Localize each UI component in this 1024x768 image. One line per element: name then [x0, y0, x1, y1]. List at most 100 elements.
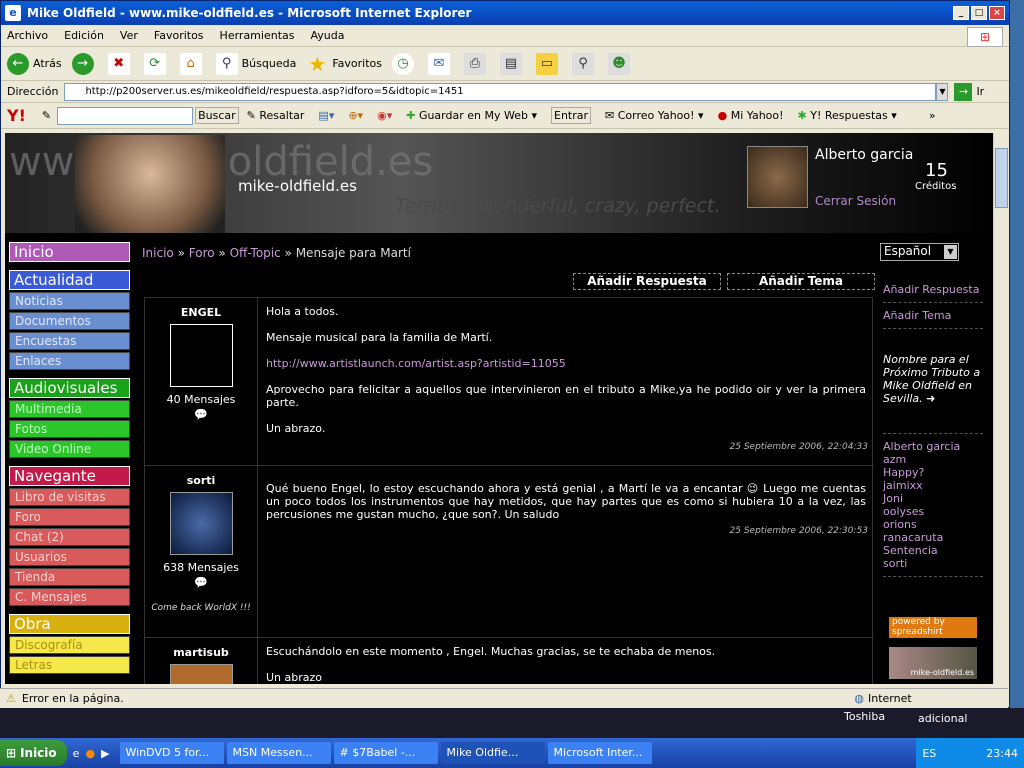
task-windvd[interactable]: WinDVD 5 for...	[119, 742, 224, 764]
online-user[interactable]: Joni	[883, 492, 983, 505]
favorites-button[interactable]: ★ Favoritos	[306, 53, 382, 75]
nav-usuarios[interactable]: Usuarios	[9, 548, 130, 566]
back-button[interactable]: ← Atrás	[7, 52, 62, 75]
stop-button[interactable]: ✖	[107, 52, 134, 75]
online-user[interactable]: ranacaruta	[883, 531, 983, 544]
message-bubble-icon[interactable]: 💬	[145, 408, 257, 421]
answers-button[interactable]: ✱ Y! Respuestas ▾	[798, 109, 897, 122]
banner-site-name[interactable]: mike-oldfield.es	[238, 177, 357, 195]
highlight-button[interactable]: ✎ Resaltar	[247, 109, 305, 122]
research-button[interactable]: ⚲	[572, 52, 598, 75]
nav-foro[interactable]: Foro	[9, 508, 130, 526]
quicklaunch-firefox-icon[interactable]: ●	[85, 747, 95, 760]
messenger-button[interactable]: ☻	[608, 52, 634, 75]
menu-edicion[interactable]: Edición	[64, 29, 104, 42]
nav-libro-visitas[interactable]: Libro de visitas	[9, 488, 130, 506]
home-button[interactable]: ⌂	[179, 52, 206, 75]
layout-icon[interactable]: ▤▾	[318, 109, 334, 122]
refresh-button[interactable]: ⟳	[143, 52, 170, 75]
quicklaunch-ie-icon[interactable]: e	[73, 747, 80, 760]
url-dropdown-button[interactable]: ▼	[936, 82, 949, 101]
yahoo-search-button[interactable]: Buscar	[195, 107, 239, 124]
post-author[interactable]: sorti	[145, 474, 257, 487]
nav-discografia[interactable]: Discografía	[9, 636, 130, 654]
online-user[interactable]: Sentencia	[883, 544, 983, 557]
breadcrumb-offtopic[interactable]: Off-Topic	[230, 246, 281, 260]
add-reply-button[interactable]: Añadir Respuesta	[573, 273, 721, 290]
right-add-topic-link[interactable]: Añadir Tema	[883, 309, 983, 322]
maximize-button[interactable]: □	[971, 6, 987, 20]
pencil-icon[interactable]: ✎	[42, 109, 51, 122]
online-user[interactable]: Alberto garcia	[883, 440, 983, 453]
language-select[interactable]: Español ▼	[880, 243, 959, 261]
nav-chat[interactable]: Chat (2)	[9, 528, 130, 546]
nav-video-online[interactable]: Video Online	[9, 440, 130, 458]
url-input[interactable]	[64, 82, 937, 101]
my-yahoo-button[interactable]: ● Mi Yahoo!	[718, 109, 784, 122]
online-user[interactable]: oolyses	[883, 505, 983, 518]
menu-ver[interactable]: Ver	[120, 29, 138, 42]
nav-tienda[interactable]: Tienda	[9, 568, 130, 586]
more-chevron-icon[interactable]: »	[929, 109, 936, 122]
message-bubble-icon[interactable]: 💬	[145, 576, 257, 589]
add-topic-button[interactable]: Añadir Tema	[727, 273, 875, 290]
right-add-reply-link[interactable]: Añadir Respuesta	[883, 283, 983, 296]
history-button[interactable]: ◷	[392, 52, 418, 75]
online-user[interactable]: jaimixx	[883, 479, 983, 492]
forward-button[interactable]: →	[71, 52, 98, 75]
online-user[interactable]: Happy?	[883, 466, 983, 479]
task-msn[interactable]: MSN Messen...	[226, 742, 331, 764]
go-arrow-icon[interactable]: →	[954, 82, 973, 101]
target-icon[interactable]: ⊕▾	[348, 109, 363, 122]
yahoo-logo[interactable]: Y!	[7, 106, 26, 125]
nav-encuestas[interactable]: Encuestas	[9, 332, 130, 350]
post-author[interactable]: ENGEL	[145, 306, 257, 319]
nav-letras[interactable]: Letras	[9, 656, 130, 674]
quicklaunch-media-icon[interactable]: ▶	[101, 747, 109, 760]
start-button[interactable]: ⊞ Inicio	[0, 740, 67, 766]
language-indicator[interactable]: ES	[922, 747, 936, 760]
yahoo-search-input[interactable]	[57, 106, 194, 125]
nav-c-mensajes[interactable]: C. Mensajes	[9, 588, 130, 606]
nav-fotos[interactable]: Fotos	[9, 420, 130, 438]
nav-documentos[interactable]: Documentos	[9, 312, 130, 330]
print-button[interactable]: ⎙	[464, 52, 490, 75]
menu-favoritos[interactable]: Favoritos	[154, 29, 204, 42]
clock[interactable]: 23:44	[986, 747, 1018, 760]
task-ie[interactable]: Microsoft Inter...	[547, 742, 652, 764]
minimize-button[interactable]: _	[953, 6, 969, 20]
online-user[interactable]: sorti	[883, 557, 983, 570]
folder-button[interactable]: ▭	[536, 52, 562, 75]
task-mike-oldfield[interactable]: Mike Oldfie...	[440, 742, 545, 764]
nav-enlaces[interactable]: Enlaces	[9, 352, 130, 370]
go-button[interactable]: Ir	[976, 85, 984, 98]
user-name[interactable]: Alberto garcia	[815, 147, 913, 163]
mail-button-yahoo[interactable]: ✉ Correo Yahoo! ▾	[605, 109, 704, 122]
save-my-web-button[interactable]: ✚ Guardar en My Web ▾	[406, 109, 537, 122]
enter-button[interactable]: Entrar	[551, 107, 592, 124]
scrollbar-thumb[interactable]	[995, 148, 1008, 208]
menu-ayuda[interactable]: Ayuda	[310, 29, 344, 42]
tribute-note[interactable]: Nombre para el Próximo Tributo a Mike Ol…	[883, 353, 983, 405]
post-link[interactable]: http://www.artistlaunch.com/artist.asp?a…	[266, 357, 866, 370]
user-avatar[interactable]	[747, 146, 808, 208]
search-button[interactable]: ⚲ Búsqueda	[215, 52, 296, 75]
post-author[interactable]: martisub	[145, 646, 257, 659]
spreadshirt-banner[interactable]: powered by spreadshirt	[889, 617, 977, 638]
mike-oldfield-banner[interactable]: mike-oldfield.es	[889, 647, 977, 679]
nav-noticias[interactable]: Noticias	[9, 292, 130, 310]
menu-herramientas[interactable]: Herramientas	[220, 29, 295, 42]
logout-link[interactable]: Cerrar Sesión	[815, 194, 896, 208]
nav-multimedia[interactable]: Multimedia	[9, 400, 130, 418]
online-user[interactable]: orions	[883, 518, 983, 531]
warning-icon[interactable]: ⚠	[6, 692, 16, 705]
menu-archivo[interactable]: Archivo	[7, 29, 48, 42]
breadcrumb-foro[interactable]: Foro	[189, 246, 215, 260]
vertical-scrollbar[interactable]	[993, 133, 1008, 684]
mail-button[interactable]: ✉	[428, 52, 454, 75]
online-user[interactable]: azm	[883, 453, 983, 466]
nav-inicio[interactable]: Inicio	[9, 242, 130, 262]
breadcrumb-inicio[interactable]: Inicio	[142, 246, 174, 260]
edit-button[interactable]: ▤	[500, 52, 526, 75]
task-babel[interactable]: # $7Babel -...	[333, 742, 438, 764]
